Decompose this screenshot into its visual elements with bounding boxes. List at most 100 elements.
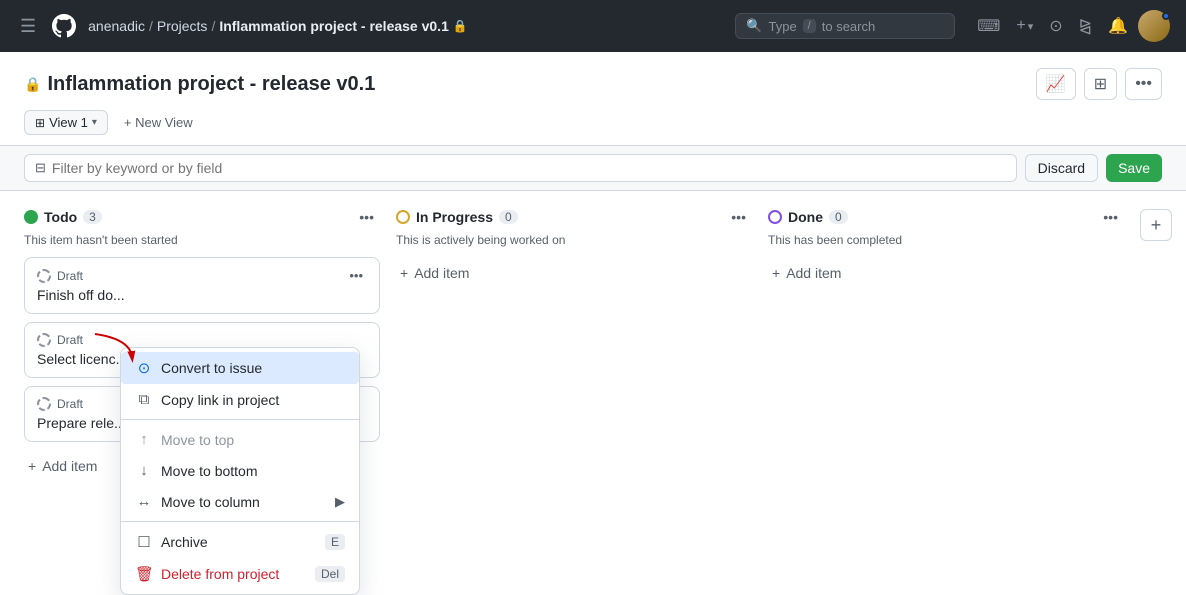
issues-button[interactable]: ⊙: [1043, 10, 1068, 42]
done-add-item[interactable]: + Add item: [768, 257, 845, 289]
menu-item-move-column[interactable]: ↔ Move to column ▶: [121, 486, 359, 517]
col-todo-count: 3: [83, 210, 102, 224]
filter-input[interactable]: [52, 160, 1006, 176]
page-header: 🔒 Inflammation project - release v0.1 📈 …: [0, 52, 1186, 100]
col-done-count: 0: [829, 210, 848, 224]
menu-divider-1: [121, 419, 359, 420]
notification-dot: [1162, 12, 1170, 20]
plus-button[interactable]: + ▾: [1010, 11, 1039, 41]
menu-item-archive[interactable]: ☐ Archive E: [121, 526, 359, 558]
move-bottom-icon: ↓: [135, 462, 153, 479]
draft-icon-3: [37, 397, 51, 411]
status-dot-purple: [768, 210, 782, 224]
topnav-search[interactable]: 🔍 Type / to search: [735, 13, 955, 39]
status-dot-yellow: [396, 210, 410, 224]
todo-add-label: Add item: [42, 458, 97, 474]
delete-label: Delete from project: [161, 566, 279, 582]
plus-icon-2: +: [400, 265, 408, 281]
col-todo-menu[interactable]: •••: [353, 207, 380, 227]
search-icon: 🔍: [746, 18, 762, 34]
topnav: ☰ anenadic / Projects / Inflammation pro…: [0, 0, 1186, 52]
copy-link-icon: ⧉: [135, 391, 153, 408]
pullrequest-button[interactable]: ⧎: [1073, 10, 1098, 42]
hamburger-button[interactable]: ☰: [16, 12, 40, 41]
filter-input-wrap[interactable]: ⊟: [24, 154, 1017, 182]
discard-button[interactable]: Discard: [1025, 154, 1098, 182]
card-1-menu[interactable]: •••: [345, 268, 367, 283]
delete-kbd: Del: [315, 566, 345, 582]
notifications-button[interactable]: 🔔: [1102, 10, 1134, 42]
column-done: Done 0 ••• This has been completed + Add…: [768, 207, 1124, 482]
menu-item-move-top: ↑ Move to top: [121, 424, 359, 455]
move-column-arrow: ▶: [335, 494, 345, 510]
chevron-down-icon: ▾: [92, 117, 97, 128]
move-top-icon: ↑: [135, 431, 153, 448]
convert-icon: ⊙: [135, 359, 153, 377]
card-1-label: Draft: [57, 269, 83, 283]
col-inprogress-menu[interactable]: •••: [725, 207, 752, 227]
page-header-actions: 📈 ⊞ •••: [1036, 68, 1162, 100]
inprogress-add-label: Add item: [414, 265, 469, 281]
move-column-icon: ↔: [135, 493, 153, 510]
terminal-button[interactable]: ⌨: [971, 10, 1006, 42]
col-todo-title: Todo: [44, 209, 77, 225]
breadcrumb-user[interactable]: anenadic: [88, 18, 145, 34]
filter-icon: ⊟: [35, 160, 46, 176]
card-1-title: Finish off do...: [37, 287, 367, 303]
view-tab-1[interactable]: ⊞ View 1 ▾: [24, 110, 108, 135]
delete-icon: 🗑: [135, 565, 153, 583]
col-done-menu[interactable]: •••: [1097, 207, 1124, 227]
col-done-description: This has been completed: [768, 233, 1124, 247]
search-suffix: to search: [822, 19, 875, 34]
context-menu: ⊙ Convert to issue ⧉ Copy link in projec…: [120, 347, 360, 595]
main-content: 🔒 Inflammation project - release v0.1 📈 …: [0, 52, 1186, 498]
col-done-header: Done 0 •••: [768, 207, 1124, 227]
col-inprogress-count: 0: [499, 210, 518, 224]
search-kbd: /: [803, 19, 816, 33]
save-button[interactable]: Save: [1106, 154, 1162, 182]
menu-item-convert[interactable]: ⊙ Convert to issue: [121, 352, 359, 384]
breadcrumb-current: Inflammation project - release v0.1: [219, 18, 449, 34]
status-dot-green: [24, 210, 38, 224]
todo-add-item[interactable]: + Add item: [24, 450, 101, 482]
menu-item-move-bottom[interactable]: ↓ Move to bottom: [121, 455, 359, 486]
inprogress-add-item[interactable]: + Add item: [396, 257, 473, 289]
archive-icon: ☐: [135, 533, 153, 551]
col-inprogress-header: In Progress 0 •••: [396, 207, 752, 227]
col-done-title: Done: [788, 209, 823, 225]
chart-button[interactable]: 📈: [1036, 68, 1076, 100]
layout-button[interactable]: ⊞: [1084, 68, 1117, 100]
draft-icon-2: [37, 333, 51, 347]
new-view-button[interactable]: + New View: [116, 111, 201, 134]
plus-icon-3: +: [772, 265, 780, 281]
copy-link-label: Copy link in project: [161, 392, 279, 408]
add-column-button[interactable]: +: [1140, 209, 1172, 241]
convert-label: Convert to issue: [161, 360, 262, 376]
col-inprogress-description: This is actively being worked on: [396, 233, 752, 247]
topnav-actions: ⌨ + ▾ ⊙ ⧎ 🔔: [971, 10, 1170, 42]
menu-item-copy-link[interactable]: ⧉ Copy link in project: [121, 384, 359, 415]
page-title: 🔒 Inflammation project - release v0.1: [24, 73, 375, 96]
done-add-label: Add item: [786, 265, 841, 281]
menu-divider-2: [121, 521, 359, 522]
github-logo: [48, 10, 80, 42]
filter-bar: ⊟ Discard Save: [0, 146, 1186, 191]
menu-item-delete[interactable]: 🗑 Delete from project Del: [121, 558, 359, 590]
move-column-label: Move to column: [161, 494, 260, 510]
draft-icon-1: [37, 269, 51, 283]
archive-label: Archive: [161, 534, 208, 550]
card-2-label: Draft: [57, 333, 83, 347]
archive-kbd: E: [325, 534, 345, 550]
move-bottom-label: Move to bottom: [161, 463, 258, 479]
breadcrumb: anenadic / Projects / Inflammation proje…: [88, 18, 468, 34]
card-3-label: Draft: [57, 397, 83, 411]
search-label: Type: [768, 19, 796, 34]
more-options-page[interactable]: •••: [1125, 68, 1162, 100]
breadcrumb-projects[interactable]: Projects: [157, 18, 208, 34]
col-todo-description: This item hasn't been started: [24, 233, 380, 247]
board-icon: ⊞: [35, 116, 45, 130]
col-inprogress-title: In Progress: [416, 209, 493, 225]
breadcrumb-sep2: /: [211, 18, 215, 34]
avatar-wrap[interactable]: [1138, 10, 1170, 42]
card-1[interactable]: Draft ••• Finish off do...: [24, 257, 380, 314]
